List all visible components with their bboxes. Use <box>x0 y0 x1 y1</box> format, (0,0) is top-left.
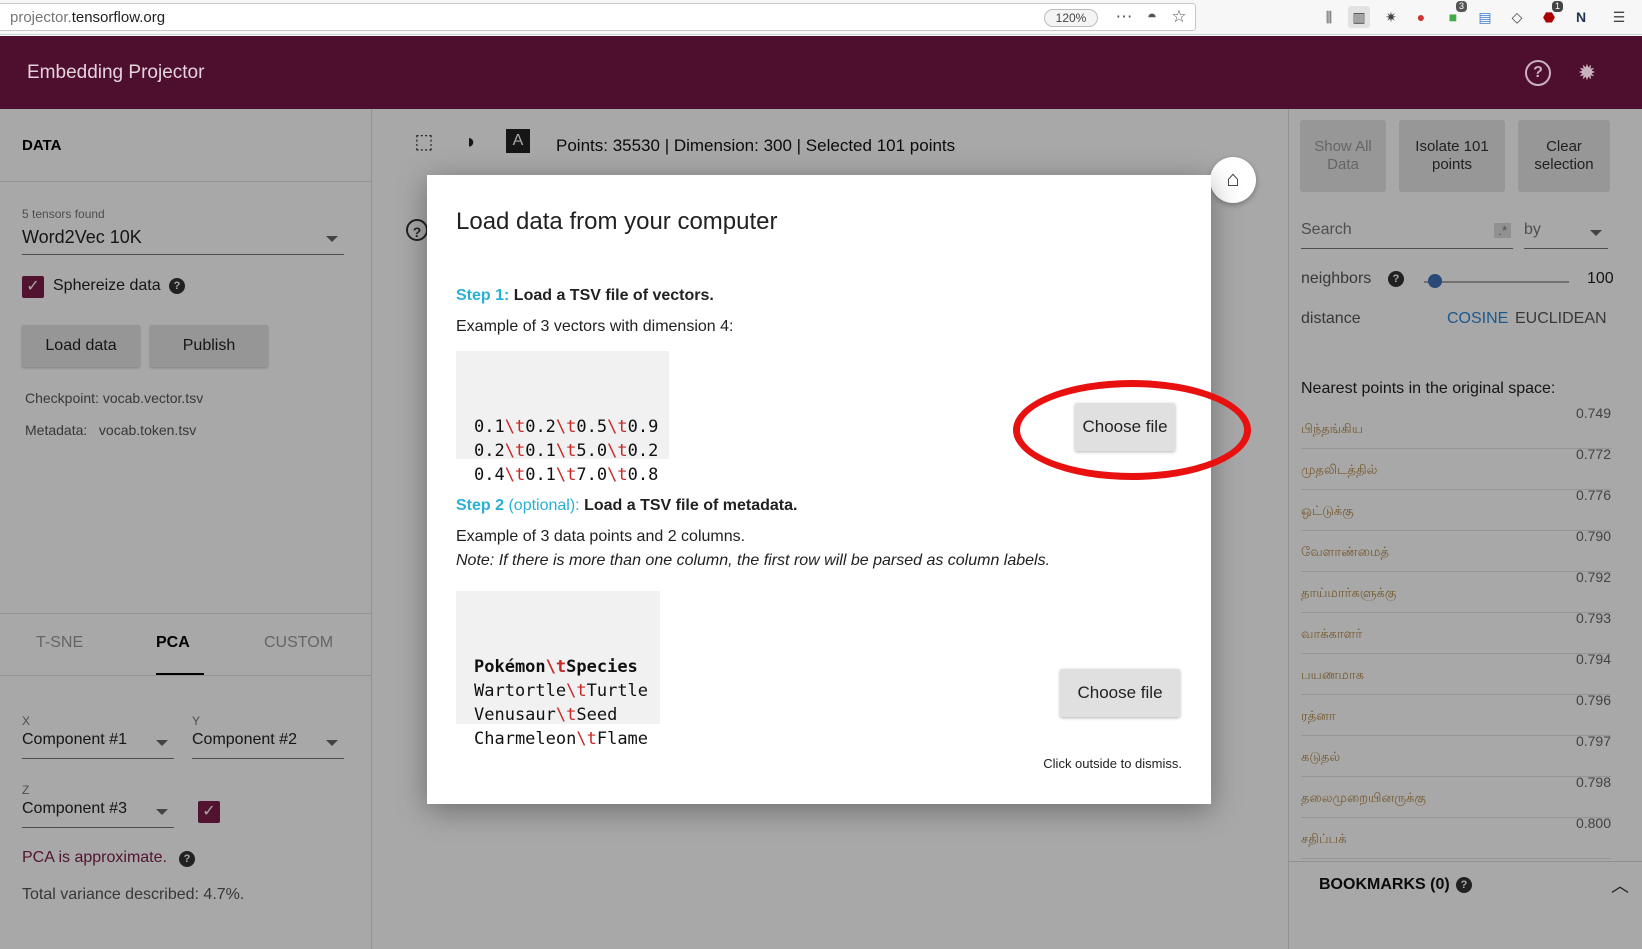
browser-toolbar: projector.tensorflow.org 120% ⋯ ◓ ☆ ⫼ ▥ … <box>0 0 1642 35</box>
url-bar[interactable]: projector.tensorflow.org 120% ⋯ ◓ ☆ <box>0 3 1196 31</box>
bug-icon[interactable]: ✹ <box>1574 60 1600 86</box>
code-cell: 0.1 <box>474 417 505 437</box>
code-line: Pokémon\tSpecies <box>474 655 642 679</box>
app-header: Embedding Projector ? ✹ <box>0 36 1642 109</box>
choose-metadata-file-button[interactable]: Choose file <box>1060 669 1180 717</box>
tab-separator: \t <box>566 681 587 701</box>
extension-n-icon[interactable]: N <box>1570 6 1592 28</box>
code-cell: 0.1 <box>525 441 556 461</box>
code-cell: 5.0 <box>576 441 608 461</box>
tab-separator: \t <box>555 417 577 437</box>
code-cell: Seed <box>576 705 618 725</box>
bookmark-star-icon[interactable]: ☆ <box>1169 7 1189 27</box>
tab-separator: \t <box>607 465 628 485</box>
tab-separator: \t <box>504 465 526 485</box>
annotation-circle <box>1013 380 1251 480</box>
url-text: projector.tensorflow.org <box>10 9 166 26</box>
code-cell: 0.2 <box>474 441 505 461</box>
tab-separator: \t <box>576 729 597 749</box>
metadata-rows: Pokémon\tSpecies Wartortle\tTurtle Venusau… <box>474 655 648 751</box>
vectors-example: 0.1\t0.2\t0.5\t0.9 0.2\t0.1\t5.0\t0.2 0.4\… <box>456 351 669 485</box>
extension-badge: 3 <box>1456 1 1468 12</box>
more-actions-icon[interactable]: ⋯ <box>1114 7 1134 27</box>
step2-example-label: Example of 3 data points and 2 columns. <box>456 528 746 545</box>
ublock-badge: 1 <box>1552 1 1564 12</box>
code-cell: Species <box>566 657 638 677</box>
tab-separator: \t <box>607 417 628 437</box>
tab-separator: \t <box>607 441 628 461</box>
code-line: 0.4\t0.1\t7.0\t0.8 <box>474 463 658 487</box>
code-cell: Venusaur <box>474 705 556 725</box>
tab-separator: \t <box>545 657 567 677</box>
tab-separator: \t <box>504 441 526 461</box>
metadata-example: Pokémon\tSpecies Wartortle\tTurtle Venusau… <box>456 591 660 749</box>
step2-note: Note: If there is more than one column, … <box>456 552 1051 569</box>
home-icon[interactable]: ⌂ <box>1210 157 1256 203</box>
code-line: Charmeleon\tFlame <box>474 727 648 751</box>
menu-icon[interactable]: ☰ <box>1608 6 1630 28</box>
step2-optional: (optional): <box>508 497 580 514</box>
code-cell: Turtle <box>586 681 649 701</box>
code-cell: Wartortle <box>474 681 567 701</box>
code-cell: Charmeleon <box>474 729 577 749</box>
tab-separator: \t <box>504 417 526 437</box>
code-cell: Flame <box>596 729 649 749</box>
step2-number: Step 2 <box>456 497 505 514</box>
code-line: Wartortle\tTurtle <box>474 679 648 703</box>
help-icon[interactable]: ? <box>1525 60 1551 86</box>
extension-tag-icon[interactable]: ◇ <box>1506 6 1528 28</box>
app-title: Embedding Projector <box>27 62 205 83</box>
tab-separator: \t <box>555 705 577 725</box>
extension-colors-icon[interactable]: ● <box>1410 6 1432 28</box>
code-cell: Pokémon <box>474 657 546 677</box>
code-cell: 0.8 <box>627 465 659 485</box>
pocket-icon[interactable]: ◓ <box>1142 7 1162 27</box>
step1-example-label: Example of 3 vectors with dimension 4: <box>456 318 734 335</box>
code-cell: 0.9 <box>627 417 659 437</box>
extension-doc-icon[interactable]: ▤ <box>1474 6 1496 28</box>
dialog-title: Load data from your computer <box>456 208 778 235</box>
tab-separator: \t <box>555 465 577 485</box>
zoom-indicator[interactable]: 120% <box>1044 9 1098 27</box>
code-cell: 0.4 <box>474 465 505 485</box>
code-cell: 0.1 <box>525 465 556 485</box>
dismiss-hint: Click outside to dismiss. <box>1043 756 1182 771</box>
code-cell: 0.2 <box>627 441 659 461</box>
sidebar-icon[interactable]: ▥ <box>1348 6 1370 28</box>
code-line: 0.1\t0.2\t0.5\t0.9 <box>474 415 658 439</box>
tab-separator: \t <box>555 441 577 461</box>
step2-text: Load a TSV file of metadata. <box>584 497 798 514</box>
step1-heading: Step 1: Load a TSV file of vectors. <box>456 287 714 305</box>
vector-rows: 0.1\t0.2\t0.5\t0.9 0.2\t0.1\t5.0\t0.2 0.4\… <box>474 415 658 487</box>
code-cell: 0.5 <box>576 417 608 437</box>
step2-heading: Step 2 (optional): Load a TSV file of me… <box>456 497 797 515</box>
step1-number: Step 1: <box>456 287 510 304</box>
code-cell: 7.0 <box>576 465 608 485</box>
library-icon[interactable]: ⫼ <box>1318 6 1340 28</box>
step1-text: Load a TSV file of vectors. <box>513 287 714 304</box>
extension-bird-icon[interactable]: ✷ <box>1380 6 1402 28</box>
code-line: Venusaur\tSeed <box>474 703 642 727</box>
code-line: 0.2\t0.1\t5.0\t0.2 <box>474 439 658 463</box>
code-cell: 0.2 <box>525 417 556 437</box>
load-data-dialog: Load data from your computer Step 1: Loa… <box>427 175 1211 804</box>
